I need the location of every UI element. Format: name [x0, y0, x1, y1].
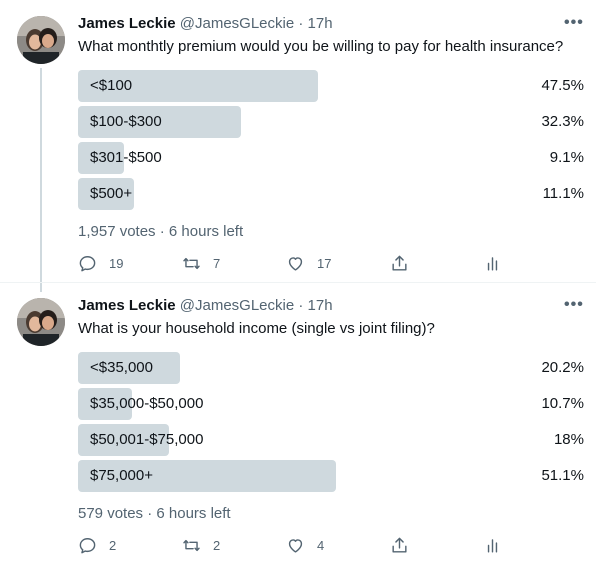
separator: · — [147, 505, 153, 522]
tweet-time[interactable]: 17h — [308, 297, 333, 314]
analytics-button[interactable] — [483, 536, 502, 555]
poll-option-percent: 11.1% — [542, 185, 584, 202]
time-left: 6 hours left — [168, 223, 244, 240]
retweet-button[interactable]: 2 — [182, 536, 220, 555]
poll-question: What is your household income (single vs… — [78, 320, 435, 337]
vote-count: 1,957 votes — [78, 223, 156, 240]
time-left: 6 hours left — [156, 505, 231, 522]
poll: <$35,000 20.2% $35,000-$50,000 10.7% $50,001… — [78, 352, 586, 496]
tweet-actions: 2 2 4 — [78, 536, 508, 558]
retweet-count: 7 — [213, 256, 221, 271]
poll-option-label: $301-$500 — [90, 149, 162, 166]
poll-option: $301-$500 9.1% — [78, 142, 586, 174]
like-count: 4 — [317, 538, 325, 553]
vote-count: 579 votes — [78, 505, 144, 522]
poll-option: $75,000+ 51.1% — [78, 460, 586, 492]
poll-option: $500+ 11.1% — [78, 178, 586, 210]
like-count: 17 — [317, 256, 332, 271]
more-icon[interactable]: ••• — [564, 14, 584, 32]
more-icon[interactable]: ••• — [564, 296, 584, 314]
analytics-button[interactable] — [483, 254, 502, 273]
author-name[interactable]: James Leckie — [78, 15, 176, 32]
tweet-divider — [0, 282, 596, 283]
separator: · — [298, 15, 304, 32]
tweet-header: James Leckie @JamesGLeckie · 17h — [78, 15, 333, 32]
poll-option-label: $100-$300 — [90, 113, 162, 130]
share-button[interactable] — [390, 254, 409, 273]
author-name[interactable]: James Leckie — [78, 297, 176, 314]
retweet-button[interactable]: 7 — [182, 254, 220, 273]
share-button[interactable] — [390, 536, 409, 555]
poll-option-label: $35,000-$50,000 — [90, 395, 204, 412]
poll-meta: 1,957 votes · 6 hours left — [78, 223, 243, 240]
poll-option-label: <$100 — [90, 77, 133, 94]
retweet-icon — [183, 257, 200, 270]
share-icon — [392, 255, 407, 271]
reply-icon — [79, 538, 96, 554]
analytics-icon — [487, 257, 498, 271]
like-icon — [288, 257, 303, 271]
poll-meta: 579 votes · 6 hours left — [78, 505, 231, 522]
reply-icon — [79, 256, 96, 272]
tweet-time[interactable]: 17h — [308, 15, 333, 32]
poll-option-percent: 18% — [553, 431, 584, 448]
avatar[interactable] — [17, 16, 65, 64]
poll-option: <$35,000 20.2% — [78, 352, 586, 384]
retweet-count: 2 — [213, 538, 221, 553]
poll-option: <$100 47.5% — [78, 70, 586, 102]
tweet-actions: 19 7 17 — [78, 254, 508, 276]
like-icon — [288, 539, 303, 553]
separator: · — [298, 297, 304, 314]
reply-button[interactable]: 19 — [78, 254, 123, 273]
avatar[interactable] — [17, 298, 65, 346]
like-button[interactable]: 4 — [286, 536, 324, 555]
reply-count: 19 — [109, 256, 124, 271]
poll-question: What monthtly premium would you be willi… — [78, 38, 564, 55]
like-button[interactable]: 17 — [286, 254, 331, 273]
poll-option: $100-$300 32.3% — [78, 106, 586, 138]
analytics-icon — [487, 539, 498, 553]
poll-option-percent: 47.5% — [541, 77, 584, 94]
poll-option-label: <$35,000 — [90, 359, 153, 376]
author-handle[interactable]: @JamesGLeckie — [180, 15, 294, 32]
reply-button[interactable]: 2 — [78, 536, 116, 555]
thread-line — [40, 68, 42, 292]
poll-option-percent: 9.1% — [549, 149, 584, 166]
poll-option-percent: 20.2% — [541, 359, 584, 376]
poll-option-label: $500+ — [90, 185, 133, 202]
poll-option: $35,000-$50,000 10.7% — [78, 388, 586, 420]
poll-option-label: $75,000+ — [90, 467, 153, 484]
poll-option-percent: 51.1% — [541, 467, 584, 484]
poll-option: $50,001-$75,000 18% — [78, 424, 586, 456]
poll: <$100 47.5% $100-$300 32.3% $301-$500 9.1% $50… — [78, 70, 586, 214]
reply-count: 2 — [109, 538, 117, 553]
poll-option-percent: 10.7% — [541, 395, 584, 412]
author-handle[interactable]: @JamesGLeckie — [180, 297, 294, 314]
poll-option-percent: 32.3% — [541, 113, 584, 130]
share-icon — [392, 537, 407, 553]
poll-option-label: $50,001-$75,000 — [90, 431, 204, 448]
tweet-header: James Leckie @JamesGLeckie · 17h — [78, 297, 333, 314]
retweet-icon — [183, 539, 200, 552]
separator: · — [159, 223, 165, 240]
